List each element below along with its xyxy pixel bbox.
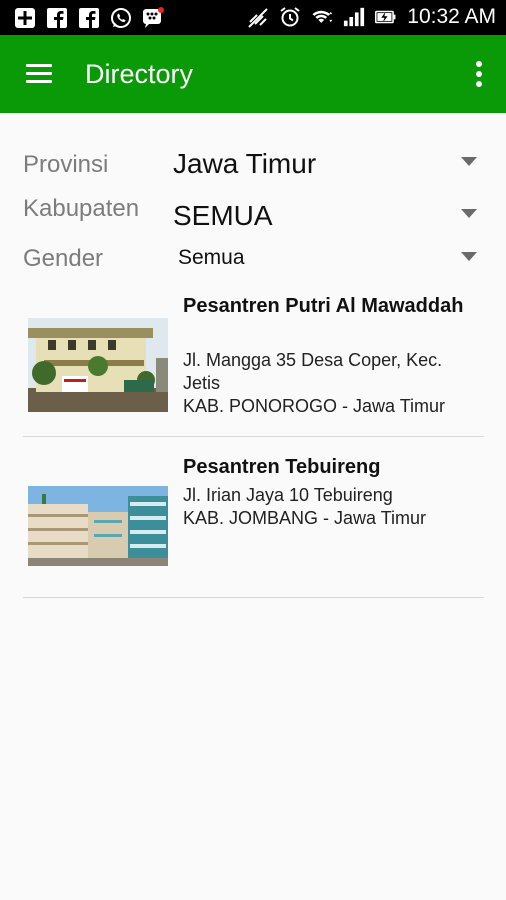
- plus-square-icon: [14, 7, 36, 29]
- pesantren-address: Jl. Irian Jaya 10 Tebuireng: [183, 485, 393, 505]
- divider: [23, 597, 484, 598]
- facebook-icon: [46, 7, 68, 29]
- provinsi-value: Jawa Timur: [173, 148, 317, 179]
- notification-icons: [14, 7, 164, 29]
- gender-dropdown[interactable]: Gender Semua: [0, 240, 506, 280]
- battery-charging-icon: [375, 6, 397, 28]
- pesantren-photo: [28, 318, 168, 412]
- page-title: Directory: [85, 59, 194, 89]
- bbm-icon: [142, 7, 164, 29]
- pesantren-photo: [28, 486, 168, 566]
- clock: 10:32 AM: [407, 5, 496, 28]
- pesantren-region: KAB. JOMBANG - Jawa Timur: [183, 508, 427, 528]
- pesantren-region: KAB. PONOROGO - Jawa Timur: [183, 396, 446, 416]
- list-item[interactable]: Pesantren Tebuireng Jl. Irian Jaya 10 Te…: [23, 437, 484, 597]
- system-icons: 10:32 AM: [247, 5, 496, 29]
- provinsi-dropdown[interactable]: Provinsi Jawa Timur: [0, 140, 506, 190]
- dropdown-arrow-icon[interactable]: [461, 252, 477, 261]
- signal-icon: [343, 6, 365, 28]
- facebook-icon: [78, 7, 100, 29]
- pesantren-address: Jl. Mangga 35 Desa Coper, Kec. Jetis: [183, 350, 443, 393]
- menu-icon[interactable]: [26, 63, 54, 85]
- list-item[interactable]: Pesantren Putri Al Mawaddah Jl. Mangga 3…: [23, 290, 484, 435]
- dropdown-arrow-icon[interactable]: [461, 209, 477, 218]
- pesantren-name: Pesantren Tebuireng: [183, 456, 381, 478]
- gender-value: Semua: [178, 246, 245, 269]
- provinsi-label: Provinsi: [23, 151, 109, 178]
- kabupaten-value: SEMUA: [173, 200, 273, 231]
- dropdown-arrow-icon[interactable]: [461, 157, 477, 166]
- pesantren-name: Pesantren Putri Al Mawaddah: [183, 295, 464, 317]
- kabupaten-label: Kabupaten: [23, 195, 140, 222]
- status-bar: 10:32 AM: [0, 0, 506, 35]
- more-options-icon[interactable]: [474, 61, 484, 89]
- app-bar: Directory: [0, 35, 506, 113]
- whatsapp-icon: [110, 7, 132, 29]
- gender-label: Gender: [23, 245, 104, 272]
- kabupaten-dropdown[interactable]: Kabupaten SEMUA: [0, 190, 506, 240]
- alarm-icon: [279, 6, 301, 28]
- wifi-icon: [311, 6, 333, 28]
- mute-icon: [247, 6, 269, 28]
